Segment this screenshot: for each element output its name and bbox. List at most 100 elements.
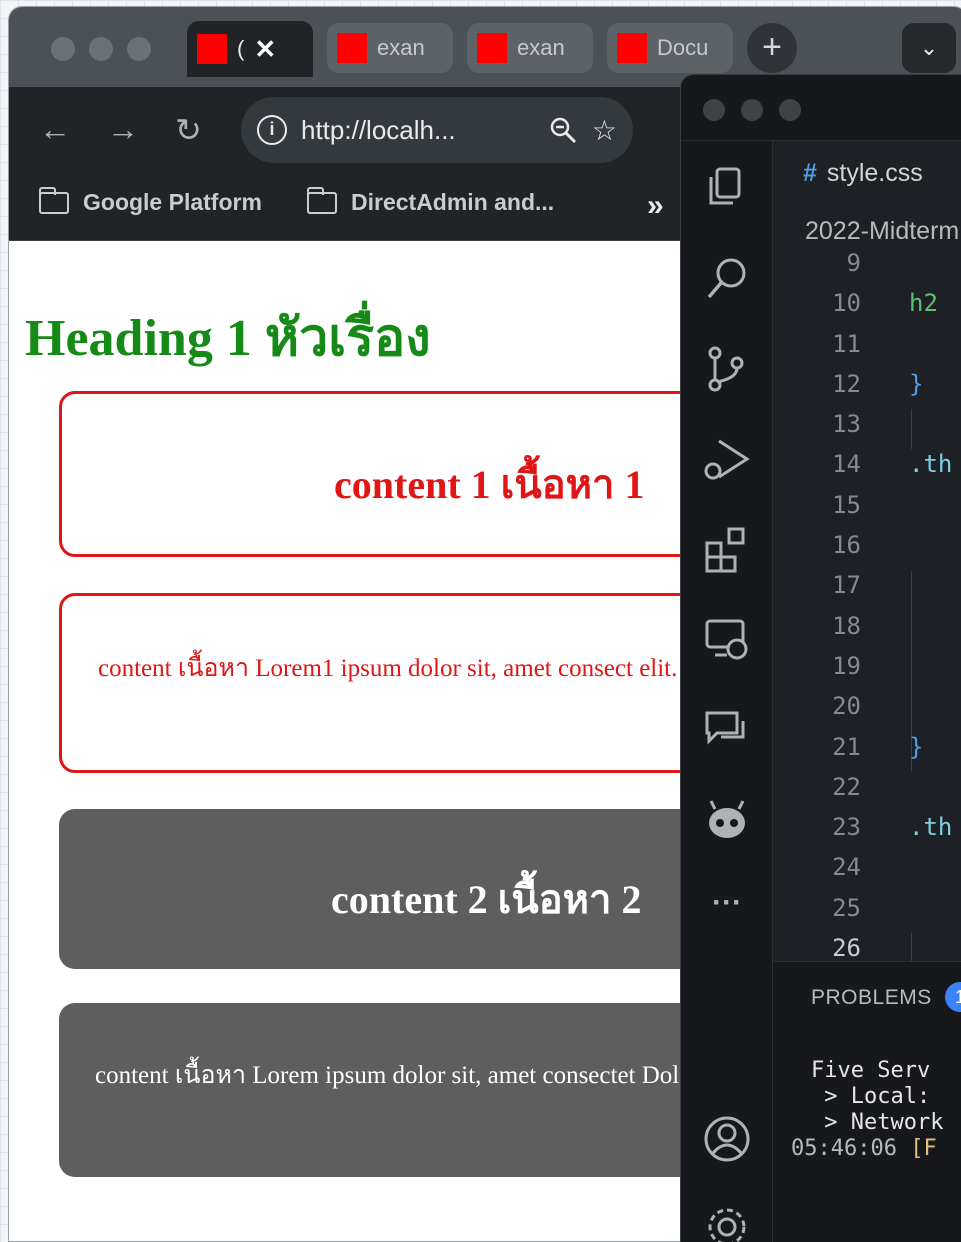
line-number: 23: [832, 813, 861, 842]
activity-bar: ···: [681, 141, 773, 1242]
new-tab-button[interactable]: +: [747, 23, 797, 73]
bookmarks-overflow-button[interactable]: »: [647, 189, 664, 223]
editor-area: # style.css 2022-Midterm 9 10 11 12 13 14…: [773, 141, 961, 962]
editor-tab-label: style.css: [826, 159, 923, 187]
settings-icon[interactable]: [701, 1201, 753, 1242]
favicon-icon: [197, 34, 227, 64]
line-number: 12: [832, 369, 861, 398]
account-icon[interactable]: [701, 1113, 753, 1165]
line-number: 17: [832, 571, 861, 600]
line-number: 11: [832, 329, 861, 358]
editor-tab-style-css[interactable]: # style.css: [803, 159, 923, 188]
code-lines[interactable]: h2 } .th } .th: [909, 249, 961, 853]
reload-icon[interactable]: ↻: [175, 111, 202, 149]
favicon-icon: [617, 33, 647, 63]
tab-search-button[interactable]: ⌄: [902, 23, 956, 73]
minimize-window-button[interactable]: [89, 37, 113, 61]
source-control-icon[interactable]: [701, 343, 753, 395]
line-number: 18: [832, 611, 861, 640]
remote-explorer-icon[interactable]: [701, 613, 753, 665]
tab-label: exan: [377, 35, 425, 60]
bookmark-star-icon[interactable]: ☆: [592, 114, 617, 147]
code-line: h2: [909, 289, 938, 318]
vscode-zoom-button[interactable]: [779, 99, 801, 121]
chat-icon[interactable]: [701, 703, 753, 755]
tab-label: (: [237, 36, 245, 61]
address-bar[interactable]: i http://localh... ☆: [241, 97, 633, 163]
url-text[interactable]: http://localh...: [301, 115, 534, 146]
tab-2[interactable]: exan: [327, 23, 453, 73]
extensions-icon[interactable]: [701, 523, 753, 575]
forward-icon[interactable]: →: [107, 111, 139, 148]
run-debug-icon[interactable]: [701, 433, 753, 485]
bookmark-google-platform[interactable]: Google Platform: [38, 186, 262, 216]
copilot-icon[interactable]: [701, 793, 753, 845]
line-number: 19: [832, 651, 861, 680]
line-number: 24: [832, 853, 861, 882]
zoom-icon[interactable]: [548, 115, 578, 145]
code-line: }: [909, 732, 924, 761]
bookmark-label: Google Platform: [83, 189, 262, 215]
tab-active[interactable]: ( ✕: [187, 21, 313, 77]
tab-label: Docu: [657, 35, 709, 60]
folder-icon: [38, 186, 69, 214]
zoom-window-button[interactable]: [127, 37, 151, 61]
tab-close-icon[interactable]: ✕: [254, 34, 276, 65]
line-number: 21: [832, 732, 861, 761]
breadcrumb[interactable]: 2022-Midterm: [805, 217, 959, 246]
favicon-icon: [337, 33, 367, 63]
page-heading: Heading 1 หัวเรื่อง: [25, 310, 431, 367]
indent-guide: [911, 933, 912, 961]
terminal-line: Five Serv: [811, 1058, 931, 1083]
line-number: 15: [832, 490, 861, 519]
content-box-2-title: content 2 เนื้อหา 2: [331, 877, 642, 922]
folder-icon: [306, 186, 337, 214]
close-window-button[interactable]: [51, 37, 75, 61]
bookmark-directadmin[interactable]: DirectAdmin and...: [306, 186, 555, 216]
css-file-icon: #: [803, 159, 817, 187]
tab-3[interactable]: exan: [467, 23, 593, 73]
line-number: 25: [832, 893, 861, 922]
code-line: .th: [909, 450, 953, 479]
line-number: 10: [832, 289, 861, 318]
terminal-line: 05:46:06 [F: [791, 1136, 937, 1161]
line-number: 16: [832, 531, 861, 560]
vscode-titlebar: [681, 75, 961, 141]
line-number-gutter: 9 10 11 12 13 14 15 16 17 18 19 20 21 22…: [773, 249, 873, 974]
line-number: 9: [846, 249, 861, 277]
back-icon[interactable]: ←: [39, 111, 71, 148]
terminal-tag: [F: [896, 1136, 937, 1161]
vscode-minimize-button[interactable]: [741, 99, 763, 121]
favicon-icon: [477, 33, 507, 63]
line-number: 20: [832, 692, 861, 721]
problems-count-badge: 1: [945, 982, 961, 1012]
bottom-panel: PROBLEMS 1 Five Serv > Local: > Network …: [773, 961, 961, 1242]
line-number: 14: [832, 450, 861, 479]
terminal-timestamp: 05:46:06: [791, 1136, 897, 1161]
tab-label: exan: [517, 35, 565, 60]
tab-4[interactable]: Docu: [607, 23, 733, 73]
site-info-icon[interactable]: i: [257, 115, 287, 145]
terminal-line: > Network: [811, 1110, 944, 1135]
explorer-icon[interactable]: [701, 163, 753, 215]
tab-problems[interactable]: PROBLEMS: [811, 986, 932, 1010]
search-icon[interactable]: [701, 253, 753, 305]
editor-tab-bar: # style.css: [773, 141, 961, 207]
content-box-1-title: content 1 เนื้อหา 1: [334, 462, 645, 507]
line-number: 22: [832, 772, 861, 801]
vscode-window: ··· # style.css 2022-Midterm 9 10 11 12 1…: [680, 74, 961, 1242]
code-line: .th: [909, 813, 953, 842]
bookmark-label: DirectAdmin and...: [351, 189, 555, 215]
vscode-close-button[interactable]: [703, 99, 725, 121]
more-icon[interactable]: ···: [701, 883, 753, 935]
